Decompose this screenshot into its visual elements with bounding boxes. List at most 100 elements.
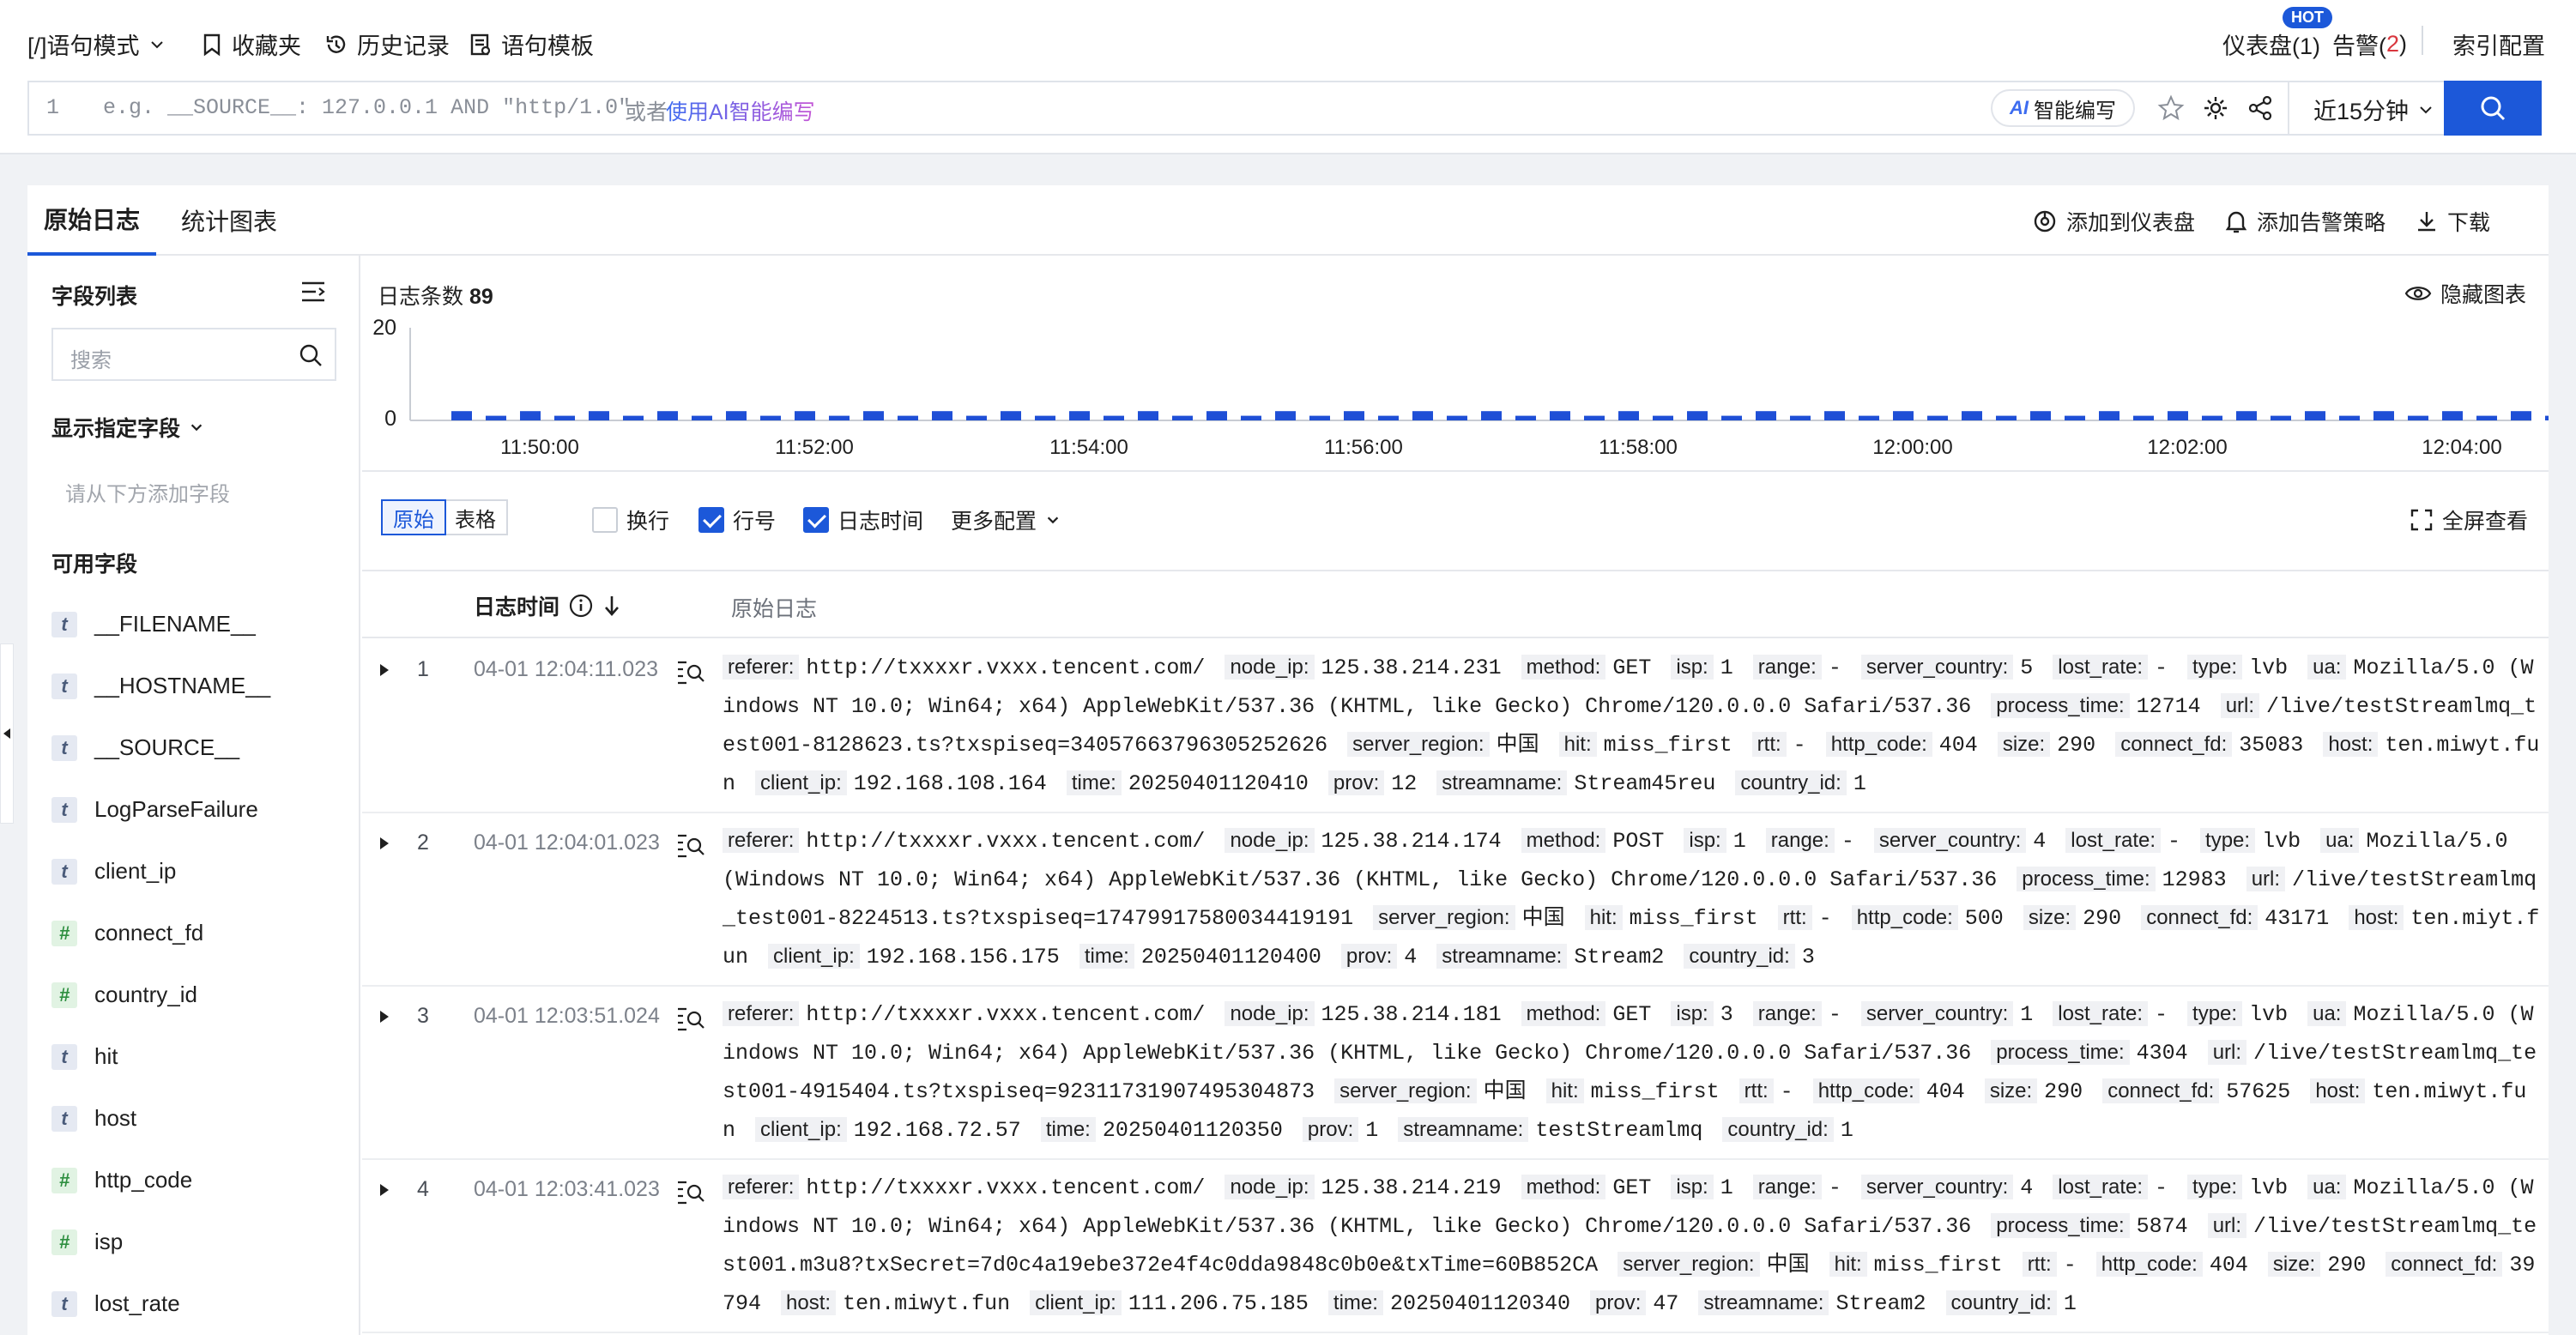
context-search-icon[interactable]: [676, 1179, 705, 1205]
field-item[interactable]: t __SOURCE__: [51, 734, 239, 761]
log-key[interactable]: size:: [2267, 1252, 2321, 1277]
expand-caret-icon[interactable]: [378, 836, 391, 851]
log-value[interactable]: -: [1841, 829, 1854, 854]
log-value[interactable]: 1: [1841, 1118, 1853, 1143]
field-item[interactable]: t __HOSTNAME__: [51, 673, 270, 699]
log-value[interactable]: miss_first: [1630, 906, 1758, 931]
log-key[interactable]: url:: [2220, 693, 2260, 718]
context-search-icon[interactable]: [676, 1006, 705, 1031]
log-key[interactable]: process_time:: [1991, 693, 2130, 718]
list-settings-icon[interactable]: [300, 280, 326, 304]
time-range-select[interactable]: 近15分钟: [2313, 93, 2434, 126]
favorites-button[interactable]: 收藏夹: [201, 27, 301, 61]
log-key[interactable]: type:: [2200, 828, 2256, 853]
log-value[interactable]: 5: [2020, 655, 2033, 680]
log-key[interactable]: process_time:: [2017, 867, 2156, 891]
log-value[interactable]: -: [1829, 1002, 1841, 1027]
log-key[interactable]: client_ip:: [755, 1117, 847, 1142]
log-value[interactable]: -: [2168, 829, 2180, 854]
log-key[interactable]: isp:: [1671, 1175, 1714, 1199]
log-key[interactable]: http_code:: [2095, 1252, 2203, 1277]
field-item[interactable]: # http_code: [51, 1167, 192, 1193]
log-key[interactable]: ua:: [2320, 828, 2360, 853]
log-key[interactable]: connect_fd:: [2386, 1252, 2503, 1277]
log-key[interactable]: server_country:: [1873, 828, 2027, 853]
log-value[interactable]: 1: [1720, 655, 1733, 680]
log-value[interactable]: 192.168.108.164: [854, 771, 1047, 796]
log-value[interactable]: GET: [1612, 1002, 1651, 1027]
log-key[interactable]: time:: [1066, 770, 1122, 795]
field-item[interactable]: # isp: [51, 1229, 123, 1255]
log-value[interactable]: 290: [2083, 906, 2121, 931]
expand-caret-icon[interactable]: [378, 1182, 391, 1198]
log-value[interactable]: 125.38.214.231: [1321, 655, 1502, 680]
log-value[interactable]: lvb: [2262, 829, 2301, 854]
log-key[interactable]: method:: [1521, 828, 1606, 853]
log-value[interactable]: 中国: [1522, 906, 1565, 931]
log-value[interactable]: miss_first: [1591, 1079, 1720, 1104]
log-key[interactable]: country_id:: [1945, 1290, 2057, 1315]
log-key[interactable]: range:: [1752, 1001, 1822, 1026]
log-value[interactable]: 1: [2064, 1291, 2077, 1316]
log-time-checkbox[interactable]: 日志时间: [803, 504, 923, 535]
log-value[interactable]: 20250401120400: [1141, 945, 1321, 970]
field-item[interactable]: t __FILENAME__: [51, 611, 256, 637]
dashboard-link[interactable]: 仪表盘(1): [2222, 27, 2320, 61]
log-value[interactable]: 404: [2210, 1253, 2248, 1278]
sort-desc-icon[interactable]: [602, 594, 621, 618]
log-value[interactable]: 12: [1391, 771, 1417, 796]
log-value[interactable]: ten.miwyt.fun: [843, 1291, 1010, 1316]
log-value[interactable]: 12714: [2137, 694, 2201, 719]
context-search-icon[interactable]: [676, 659, 705, 685]
log-value[interactable]: lvb: [2249, 1002, 2288, 1027]
log-key[interactable]: method:: [1521, 655, 1606, 680]
log-value[interactable]: lvb: [2249, 655, 2288, 680]
log-value[interactable]: 290: [2327, 1253, 2366, 1278]
log-key[interactable]: connect_fd:: [2102, 1078, 2220, 1103]
log-value[interactable]: 35083: [2239, 733, 2303, 758]
log-key[interactable]: hit:: [1829, 1252, 1867, 1277]
log-value[interactable]: 3: [1802, 945, 1815, 970]
log-key[interactable]: server_country:: [1860, 1175, 2014, 1199]
field-item[interactable]: t host: [51, 1105, 136, 1132]
log-value[interactable]: 1: [1853, 771, 1866, 796]
log-key[interactable]: http_code:: [1812, 1078, 1920, 1103]
log-value[interactable]: http://txxxxr.vxxx.tencent.com/: [806, 655, 1205, 680]
log-value[interactable]: Stream45reu: [1574, 771, 1715, 796]
field-item[interactable]: t lost_rate: [51, 1290, 180, 1317]
log-key[interactable]: range:: [1765, 828, 1835, 853]
log-value[interactable]: -: [2155, 1002, 2168, 1027]
log-value[interactable]: 20250401120350: [1103, 1118, 1283, 1143]
log-key[interactable]: isp:: [1671, 655, 1714, 680]
log-value[interactable]: 4304: [2137, 1041, 2188, 1066]
log-key[interactable]: connect_fd:: [2141, 905, 2259, 930]
view-table-button[interactable]: 表格: [444, 501, 506, 534]
log-value[interactable]: 192.168.72.57: [854, 1118, 1021, 1143]
log-key[interactable]: process_time:: [1991, 1040, 2130, 1065]
template-button[interactable]: 语句模板: [469, 27, 594, 61]
log-key[interactable]: time:: [1327, 1290, 1383, 1315]
log-key[interactable]: hit:: [1584, 905, 1623, 930]
log-key[interactable]: rtt:: [1777, 905, 1812, 930]
col-header-time[interactable]: 日志时间: [474, 590, 621, 621]
log-key[interactable]: prov:: [1327, 770, 1385, 795]
add-alarm-button[interactable]: 添加告警策略: [2224, 206, 2386, 237]
log-key[interactable]: client_ip:: [755, 770, 847, 795]
field-item[interactable]: t LogParseFailure: [51, 796, 258, 823]
log-key[interactable]: server_region:: [1373, 905, 1515, 930]
log-value[interactable]: 20250401120410: [1128, 771, 1309, 796]
log-value[interactable]: 290: [2044, 1079, 2083, 1104]
log-value[interactable]: 404: [1939, 733, 1978, 758]
log-value[interactable]: 中国: [1497, 733, 1539, 758]
log-value[interactable]: -: [1829, 655, 1841, 680]
log-key[interactable]: ua:: [2307, 1175, 2347, 1199]
log-key[interactable]: connect_fd:: [2115, 732, 2233, 757]
log-key[interactable]: server_country:: [1860, 655, 2014, 680]
log-key[interactable]: host:: [2349, 905, 2404, 930]
log-key[interactable]: streamname:: [1698, 1290, 1829, 1315]
field-item[interactable]: t client_ip: [51, 858, 176, 885]
log-key[interactable]: client_ip:: [768, 944, 860, 969]
log-key[interactable]: host:: [2323, 732, 2379, 757]
log-key[interactable]: lost_rate:: [2053, 1001, 2148, 1026]
log-key[interactable]: type:: [2187, 1175, 2243, 1199]
